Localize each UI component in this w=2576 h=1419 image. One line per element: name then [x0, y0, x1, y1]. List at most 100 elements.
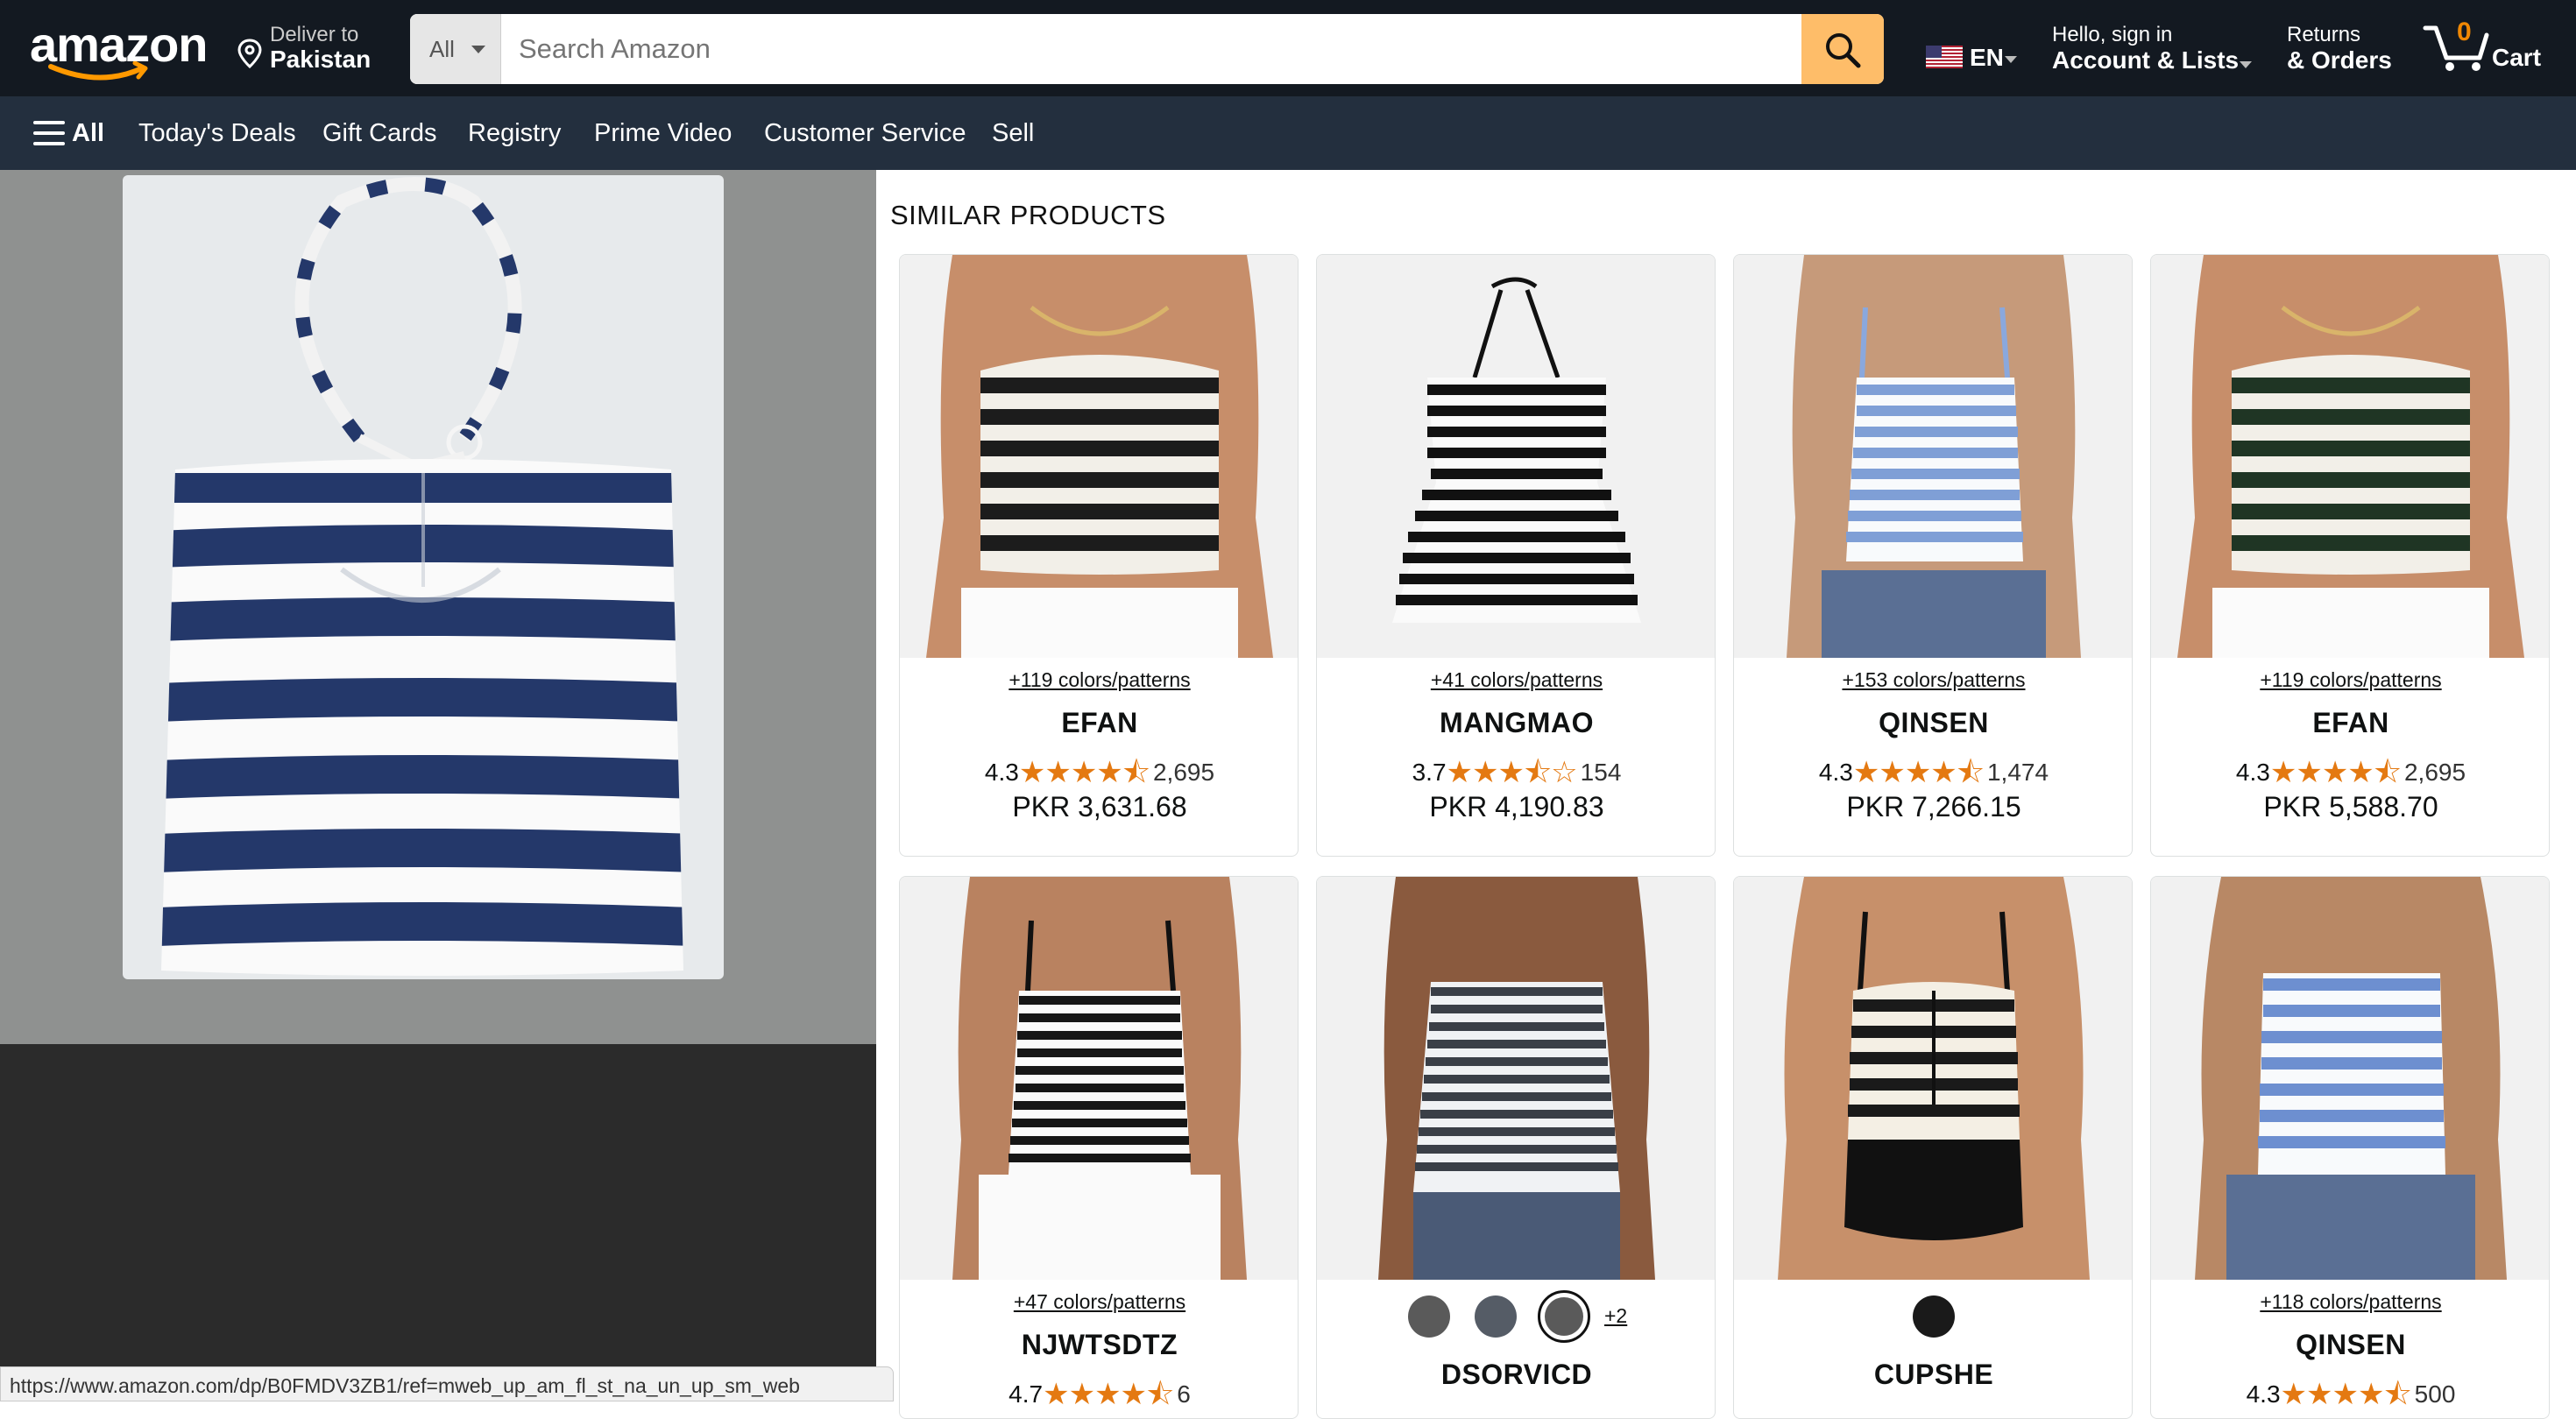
- colors-patterns-link[interactable]: +41 colors/patterns: [1317, 668, 1715, 692]
- cart-label: Cart: [2492, 44, 2542, 71]
- product-image[interactable]: [1734, 877, 2132, 1280]
- location-pin-icon: [237, 39, 262, 68]
- product-price: PKR 4,190.83: [1429, 791, 1604, 822]
- deliver-label: Deliver to: [270, 23, 359, 46]
- more-colors-link[interactable]: +2: [1604, 1304, 1627, 1328]
- product-image[interactable]: [1734, 255, 2132, 658]
- review-count: 2,695: [2403, 759, 2466, 786]
- colors-patterns-link[interactable]: +118 colors/patterns: [2151, 1290, 2549, 1314]
- nav-registry[interactable]: Registry: [468, 119, 561, 148]
- query-image-halter-top[interactable]: [123, 175, 724, 979]
- product-card[interactable]: +41 colors/patterns MANGMAO 3.7★★★⯪☆ 154 …: [1316, 254, 1716, 857]
- us-flag-icon: [1926, 46, 1963, 68]
- review-count: 1,474: [1986, 759, 2049, 786]
- returns-orders[interactable]: Returns & Orders: [2287, 23, 2410, 79]
- language-code: EN: [1970, 44, 2004, 71]
- nav-all[interactable]: All: [72, 119, 104, 148]
- color-swatches: +2: [1317, 1290, 1715, 1348]
- chevron-down-icon: [471, 46, 485, 53]
- top-nav: amazon Deliver to Pakistan All Search Am…: [0, 0, 2576, 96]
- star-rating-icon: ★★★★⯪: [1018, 755, 1150, 790]
- product-brand: QINSEN: [2296, 1329, 2406, 1360]
- search-category-dropdown[interactable]: All: [410, 14, 501, 84]
- search-bar: All: [410, 14, 1884, 84]
- similar-products-panel: SIMILAR PRODUCTS +119 colors/patterns EF…: [876, 170, 2576, 1419]
- product-price: PKR 5,588.70: [2263, 791, 2438, 822]
- product-image[interactable]: [2151, 877, 2549, 1280]
- nav-sell[interactable]: Sell: [992, 119, 1034, 148]
- review-count: 6: [1177, 1380, 1191, 1408]
- nav-todays-deals[interactable]: Today's Deals: [138, 119, 296, 148]
- colors-patterns-link[interactable]: +153 colors/patterns: [1734, 668, 2132, 692]
- link-status-bar: https://www.amazon.com/dp/B0FMDV3ZB1/ref…: [0, 1366, 894, 1401]
- product-image[interactable]: [900, 877, 1298, 1280]
- colors-patterns-link[interactable]: +119 colors/patterns: [900, 668, 1298, 692]
- product-image[interactable]: [900, 255, 1298, 658]
- product-image[interactable]: [1317, 255, 1715, 658]
- nav-customer-service[interactable]: Customer Service: [764, 119, 966, 148]
- rating-value: 4.3: [1818, 759, 1853, 786]
- rating-value: 3.7: [1412, 759, 1447, 786]
- star-rating-icon: ★★★★⯪: [2280, 1377, 2412, 1412]
- nav-gift-cards[interactable]: Gift Cards: [322, 119, 437, 148]
- product-rating[interactable]: 4.3★★★★⯪ 500: [2151, 1373, 2549, 1418]
- color-swatch[interactable]: [1408, 1295, 1450, 1338]
- rating-value: 4.3: [984, 759, 1019, 786]
- rating-value: 4.3: [2246, 1380, 2281, 1408]
- rating-value: 4.3: [2235, 759, 2270, 786]
- product-card[interactable]: +119 colors/patterns EFAN 4.3★★★★⯪ 2,695 …: [899, 254, 1299, 857]
- colors-patterns-link[interactable]: +47 colors/patterns: [900, 1290, 1298, 1314]
- color-swatch[interactable]: [1913, 1295, 1955, 1338]
- product-price: PKR 3,631.68: [1012, 791, 1187, 822]
- product-brand: CUPSHE: [1873, 1359, 1994, 1390]
- product-card[interactable]: +47 colors/patterns NJWTSDTZ 4.7★★★★⯪ 6: [899, 876, 1299, 1419]
- product-card[interactable]: +2 DSORVICD: [1316, 876, 1716, 1419]
- search-icon: [1826, 33, 1861, 68]
- color-swatch-selected[interactable]: [1538, 1290, 1590, 1343]
- nav-prime-video[interactable]: Prime Video: [594, 119, 732, 148]
- returns-label: Returns: [2287, 23, 2361, 46]
- review-count: 2,695: [1152, 759, 1215, 786]
- review-count: 500: [2414, 1380, 2456, 1408]
- product-card[interactable]: CUPSHE: [1733, 876, 2133, 1419]
- cart-button[interactable]: 0 Cart: [2422, 18, 2553, 79]
- product-price: PKR 7,266.15: [1846, 791, 2021, 822]
- product-card[interactable]: +118 colors/patterns QINSEN 4.3★★★★⯪ 500: [2150, 876, 2550, 1419]
- orders-label: & Orders: [2287, 46, 2392, 74]
- account-label: Account & Lists: [2052, 46, 2240, 74]
- secondary-nav: All Today's Deals Gift Cards Registry Pr…: [0, 96, 2576, 170]
- product-brand: DSORVICD: [1440, 1359, 1593, 1390]
- product-card[interactable]: +119 colors/patterns EFAN 4.3★★★★⯪ 2,695 …: [2150, 254, 2550, 857]
- chevron-down-icon: [2240, 61, 2252, 68]
- product-image[interactable]: [1317, 877, 1715, 1280]
- chevron-down-icon: [2005, 56, 2017, 63]
- deliver-location: Pakistan: [270, 46, 372, 73]
- rating-value: 4.7: [1008, 1380, 1044, 1408]
- product-brand: EFAN: [1061, 707, 1138, 738]
- hamburger-menu-icon[interactable]: [33, 121, 65, 145]
- cart-count: 0: [2457, 18, 2472, 46]
- account-greeting: Hello, sign in: [2052, 23, 2173, 46]
- product-brand: QINSEN: [1879, 707, 1989, 738]
- query-image-panel: [0, 170, 876, 1401]
- star-rating-icon: ★★★★⯪: [1852, 755, 1985, 790]
- colors-patterns-link[interactable]: +119 colors/patterns: [2151, 668, 2549, 692]
- similar-products-title: SIMILAR PRODUCTS: [890, 200, 1166, 230]
- language-selector[interactable]: EN: [1926, 42, 2022, 74]
- star-rating-icon: ★★★★⯪: [1043, 1377, 1174, 1412]
- account-lists[interactable]: Hello, sign in Account & Lists: [2052, 23, 2254, 79]
- search-input[interactable]: [501, 14, 1793, 84]
- color-swatch[interactable]: [1475, 1295, 1517, 1338]
- search-category-label: All: [429, 36, 455, 62]
- product-brand: NJWTSDTZ: [1021, 1329, 1178, 1360]
- amazon-logo[interactable]: amazon: [30, 16, 208, 86]
- deliver-to[interactable]: Deliver to Pakistan: [237, 23, 386, 75]
- review-count: 154: [1580, 759, 1622, 786]
- logo-smile-icon: [48, 61, 148, 81]
- color-swatches: [1734, 1295, 2132, 1348]
- search-button[interactable]: [1801, 14, 1884, 84]
- product-rating[interactable]: 4.7★★★★⯪ 6: [900, 1373, 1298, 1418]
- product-card[interactable]: +153 colors/patterns QINSEN 4.3★★★★⯪ 1,47…: [1733, 254, 2133, 857]
- star-rating-icon: ★★★⯪☆: [1446, 755, 1578, 790]
- product-image[interactable]: [2151, 255, 2549, 658]
